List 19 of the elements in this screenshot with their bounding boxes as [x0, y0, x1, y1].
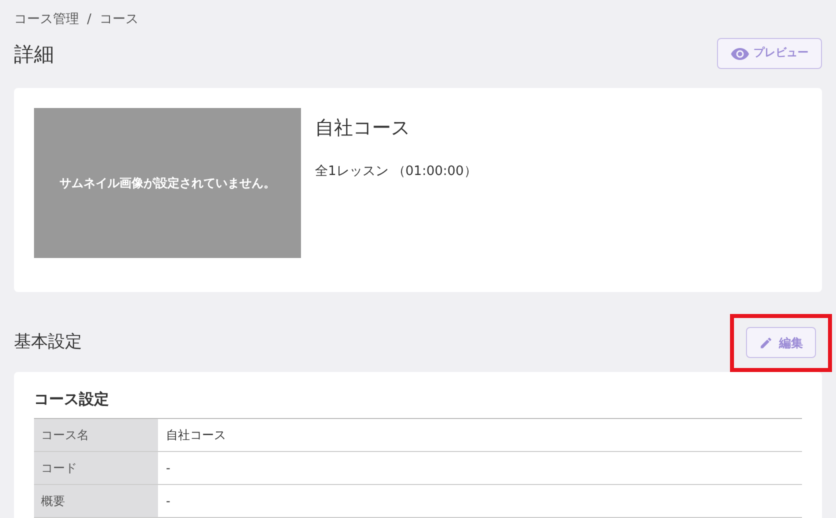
course-title: 自社コース: [315, 116, 411, 140]
eye-icon: [730, 48, 748, 60]
row-label: コース名: [34, 419, 158, 451]
pencil-icon: [759, 336, 773, 350]
row-label: コード: [34, 452, 158, 484]
edit-button[interactable]: 編集: [746, 327, 816, 358]
breadcrumb-separator: /: [87, 11, 92, 29]
row-value: -: [165, 460, 172, 477]
row-value: 自社コース: [165, 427, 227, 444]
lesson-summary: 全1レッスン （01:00:00）: [315, 163, 477, 181]
page-title: 詳細: [14, 40, 54, 68]
card-title: コース設定: [34, 388, 110, 410]
row-value: -: [165, 493, 172, 510]
breadcrumb-item: コース: [99, 11, 138, 29]
no-thumbnail-message: サムネイル画像が設定されていません。: [60, 174, 276, 192]
row-label: 概要: [34, 485, 158, 517]
section-title: 基本設定: [14, 330, 82, 354]
breadcrumb-item[interactable]: コース管理: [14, 10, 79, 30]
preview-button[interactable]: プレビュー: [717, 38, 822, 69]
